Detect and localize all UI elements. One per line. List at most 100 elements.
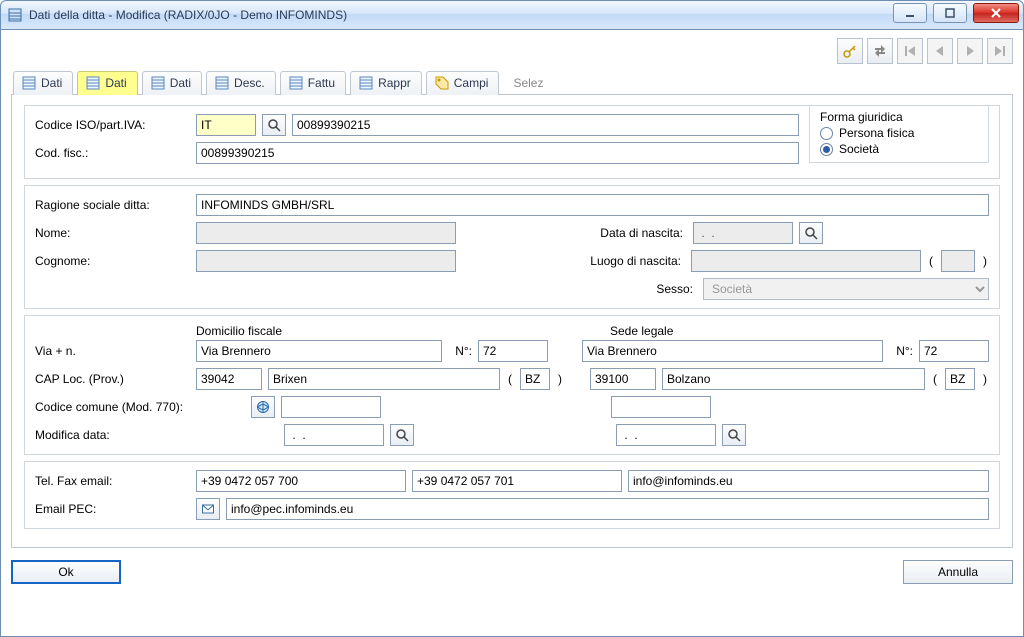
form-icon (289, 76, 303, 90)
nav-prev-button[interactable] (927, 38, 953, 64)
tab-dati-3[interactable]: Dati (142, 71, 202, 95)
tab-label: Dati (170, 76, 191, 90)
section-contatti: Tel. Fax email: Email PEC: (24, 461, 1000, 529)
tag-icon (435, 76, 449, 90)
toolbar (11, 38, 1013, 64)
paren-close: ) (556, 372, 564, 386)
leg-loc-input[interactable] (662, 368, 925, 390)
section-anagrafica: Ragione sociale ditta: Nome: Data di nas… (24, 185, 1000, 309)
ragione-sociale-input[interactable] (196, 194, 989, 216)
fax-input[interactable] (412, 470, 622, 492)
label-sesso: Sesso: (583, 282, 693, 296)
form-panel: Codice ISO/part.IVA: Cod. fisc.: Forma g… (11, 95, 1013, 548)
label-societa: Società (839, 142, 879, 156)
leg-num-input[interactable] (919, 340, 989, 362)
tab-label: Desc. (234, 76, 265, 90)
tab-label: Campi (454, 76, 489, 90)
client-area: Dati Dati Dati Desc. Fattu Rappr Campi S… (0, 30, 1024, 637)
nav-last-button[interactable] (987, 38, 1013, 64)
radio-societa[interactable] (820, 143, 833, 156)
mod-data-leg-input[interactable] (616, 424, 716, 446)
tab-selez[interactable]: Selez (503, 72, 553, 94)
label-data-nascita: Data di nascita: (573, 226, 683, 240)
mod-data-leg-lookup-button[interactable] (722, 424, 746, 446)
paren-open: ( (506, 372, 514, 386)
form-icon (151, 76, 165, 90)
tab-label: Selez (513, 76, 543, 90)
cod-comune-leg-input[interactable] (611, 396, 711, 418)
tab-label: Fattu (308, 76, 335, 90)
label-persona-fisica: Persona fisica (839, 126, 914, 140)
title-bar: Dati della ditta - Modifica (RADIX/0JO -… (0, 0, 1024, 30)
label-sede-legale: Sede legale (610, 324, 673, 338)
tab-label: Dati (41, 76, 62, 90)
app-icon (7, 7, 23, 23)
footer: Ok Annulla (11, 548, 1013, 584)
tab-campi[interactable]: Campi (426, 71, 500, 95)
mod-data-dom-input[interactable] (284, 424, 384, 446)
email-pec-input[interactable] (226, 498, 989, 520)
nav-next-button[interactable] (957, 38, 983, 64)
tab-dati-2[interactable]: Dati (77, 71, 137, 95)
leg-via-input[interactable] (582, 340, 883, 362)
piva-input[interactable] (292, 114, 799, 136)
radio-persona-fisica[interactable] (820, 127, 833, 140)
luogo-nascita-input (691, 250, 921, 272)
paren-open: ( (931, 372, 939, 386)
dom-loc-input[interactable] (268, 368, 500, 390)
label-domicilio-fiscale: Domicilio fiscale (196, 324, 282, 338)
paren-close: ) (981, 254, 989, 268)
tabstrip: Dati Dati Dati Desc. Fattu Rappr Campi S… (11, 70, 1013, 95)
leg-prov-input[interactable] (945, 368, 975, 390)
paren-close: ) (981, 372, 989, 386)
label-tel-fax-email: Tel. Fax email: (35, 474, 190, 488)
form-icon (22, 76, 36, 90)
key-tool-button[interactable] (837, 38, 863, 64)
form-icon (86, 76, 100, 90)
dom-num-input[interactable] (478, 340, 548, 362)
luogo-nascita-prov-input (941, 250, 975, 272)
ok-button[interactable]: Ok (11, 560, 121, 584)
section-indirizzi: Domicilio fiscale Sede legale Via + n. N… (24, 315, 1000, 455)
tab-label: Rappr (378, 76, 411, 90)
swap-tool-button[interactable] (867, 38, 893, 64)
dom-via-input[interactable] (196, 340, 442, 362)
label-cap-loc-prov: CAP Loc. (Prov.) (35, 372, 190, 386)
label-via-n: Via + n. (35, 344, 190, 358)
iso-input[interactable] (196, 114, 256, 136)
label-email-pec: Email PEC: (35, 502, 190, 516)
tel-input[interactable] (196, 470, 406, 492)
forma-giuridica-box: Forma giuridica Persona fisica Società (809, 105, 989, 163)
email-input[interactable] (628, 470, 989, 492)
leg-cap-input[interactable] (590, 368, 656, 390)
mail-icon-button[interactable] (196, 498, 220, 520)
label-codice-comune: Codice comune (Mod. 770): (35, 400, 245, 414)
window-title: Dati della ditta - Modifica (RADIX/0JO -… (29, 8, 347, 22)
cod-comune-dom-input[interactable] (281, 396, 381, 418)
tab-desc[interactable]: Desc. (206, 71, 276, 95)
data-nascita-input (693, 222, 793, 244)
dom-cap-input[interactable] (196, 368, 262, 390)
close-button[interactable] (973, 3, 1019, 23)
label-cod-fisc: Cod. fisc.: (35, 146, 190, 160)
sesso-select: Società (703, 278, 989, 300)
cognome-input (196, 250, 456, 272)
iso-lookup-button[interactable] (262, 114, 286, 136)
tab-dati-1[interactable]: Dati (13, 71, 73, 95)
label-cognome: Cognome: (35, 254, 190, 268)
nav-first-button[interactable] (897, 38, 923, 64)
data-nascita-lookup-button[interactable] (799, 222, 823, 244)
codfisc-input[interactable] (196, 142, 799, 164)
label-modifica-data: Modifica data: (35, 428, 190, 442)
nome-input (196, 222, 456, 244)
form-icon (359, 76, 373, 90)
globe-lookup-button[interactable] (251, 396, 275, 418)
maximize-button[interactable] (933, 3, 967, 23)
tab-fattu[interactable]: Fattu (280, 71, 346, 95)
annulla-button[interactable]: Annulla (903, 560, 1013, 584)
label-luogo-nascita: Luogo di nascita: (571, 254, 681, 268)
dom-prov-input[interactable] (520, 368, 550, 390)
minimize-button[interactable] (893, 3, 927, 23)
tab-rappr[interactable]: Rappr (350, 71, 422, 95)
mod-data-dom-lookup-button[interactable] (390, 424, 414, 446)
